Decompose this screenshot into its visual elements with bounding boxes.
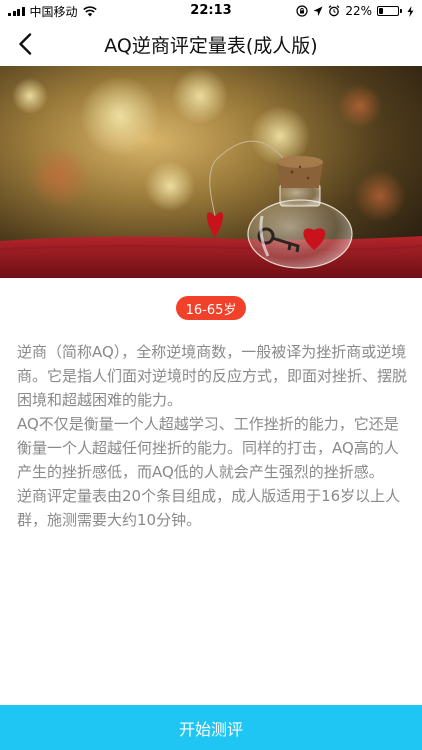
description-paragraph-3: 逆商评定量表由20个条目组成，成人版适用于16岁以上人群，施测需要大约10分钟。	[17, 487, 401, 529]
charging-bolt-icon	[407, 5, 414, 17]
description: 逆商（简称AQ），全称逆境商数，一般被译为挫折商或逆境商。它是指人们面对逆境时的…	[17, 340, 407, 532]
jar-with-hearts-image	[0, 66, 422, 278]
nav-bar: AQ逆商评定量表(成人版)	[0, 22, 422, 66]
status-bar: 中国移动 22% 22:13	[0, 0, 422, 22]
wifi-icon	[82, 5, 97, 16]
status-right: 22%	[296, 4, 414, 18]
chevron-left-icon	[19, 33, 32, 55]
age-range-badge: 16-65岁	[176, 296, 246, 320]
alarm-clock-icon	[328, 5, 340, 17]
description-paragraph-1: 逆商（简称AQ），全称逆境商数，一般被译为挫折商或逆境商。它是指人们面对逆境时的…	[17, 343, 408, 409]
start-assessment-button[interactable]: 开始测评	[0, 705, 422, 750]
battery-percent: 22%	[345, 4, 372, 18]
signal-icon	[8, 6, 25, 16]
carrier-label: 中国移动	[29, 4, 78, 19]
page-title: AQ逆商评定量表(成人版)	[104, 34, 318, 57]
battery-icon	[377, 6, 402, 16]
back-button[interactable]	[10, 29, 40, 59]
location-arrow-icon	[313, 6, 323, 16]
hero-image	[0, 66, 422, 278]
description-paragraph-2: AQ不仅是衡量一个人超越学习、工作挫折的能力，它还是衡量一个人超越任何挫折的能力…	[17, 415, 399, 481]
status-left: 中国移动	[8, 3, 97, 20]
rotation-lock-icon	[296, 5, 308, 17]
